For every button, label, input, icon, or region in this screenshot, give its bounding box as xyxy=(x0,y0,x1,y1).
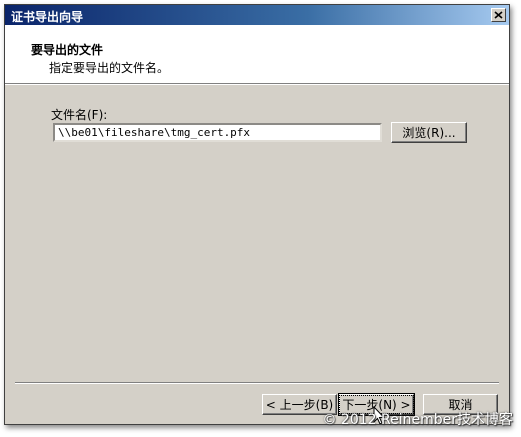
title-bar[interactable]: 证书导出向导 xyxy=(5,5,509,25)
close-button[interactable] xyxy=(491,8,506,22)
wizard-header: 要导出的文件 指定要导出的文件名。 xyxy=(5,25,509,83)
close-icon xyxy=(494,11,503,19)
file-name-label: 文件名(F): xyxy=(51,108,108,122)
browse-button[interactable]: 浏览(R)... xyxy=(391,122,467,143)
watermark-text: © 2012 Reinember技术博客 xyxy=(322,412,513,428)
page-subtitle: 指定要导出的文件名。 xyxy=(49,61,170,75)
footer-divider xyxy=(15,382,499,384)
page-title: 要导出的文件 xyxy=(31,43,104,57)
export-wizard-dialog: 证书导出向导 要导出的文件 指定要导出的文件名。 文件名(F): \\be01\… xyxy=(4,4,510,425)
file-name-input[interactable]: \\be01\fileshare\tmg_cert.pfx xyxy=(53,123,382,142)
header-divider xyxy=(5,83,509,85)
window-title: 证书导出向导 xyxy=(11,10,84,24)
